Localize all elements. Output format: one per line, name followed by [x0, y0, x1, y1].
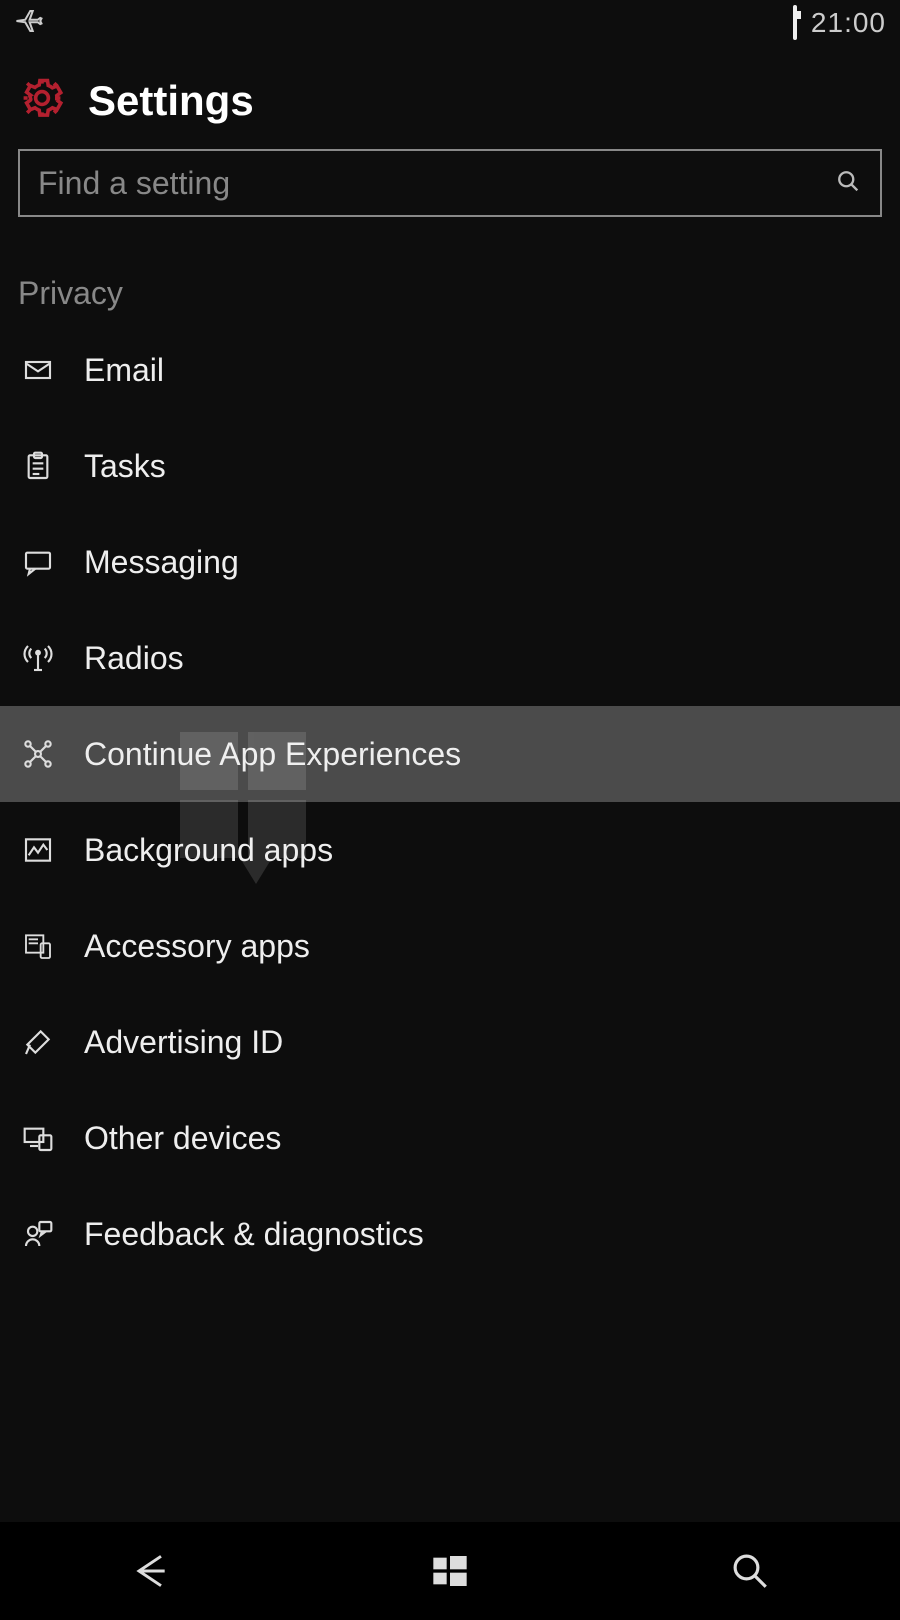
radios-icon	[20, 640, 56, 676]
list-item-label: Other devices	[84, 1120, 281, 1157]
status-bar: 21:00	[0, 0, 900, 46]
list-item-label: Feedback & diagnostics	[84, 1216, 424, 1253]
page-header: Settings	[0, 46, 900, 145]
search-icon	[834, 167, 862, 200]
list-item-label: Accessory apps	[84, 928, 310, 965]
list-item-messaging[interactable]: Messaging	[0, 514, 900, 610]
feedback-icon	[20, 1216, 56, 1252]
search-box[interactable]	[18, 149, 882, 217]
list-item-label: Messaging	[84, 544, 239, 581]
advertising-id-icon	[20, 1024, 56, 1060]
continue-app-icon	[20, 736, 56, 772]
page-title: Settings	[88, 77, 254, 125]
settings-list: Email Tasks Messaging Radios Continue App Ex…	[0, 322, 900, 1522]
other-devices-icon	[20, 1120, 56, 1156]
list-item-feedback-diagnostics[interactable]: Feedback & diagnostics	[0, 1186, 900, 1282]
accessory-apps-icon	[20, 928, 56, 964]
list-item-tasks[interactable]: Tasks	[0, 418, 900, 514]
messaging-icon	[20, 544, 56, 580]
list-item-continue-app-experiences[interactable]: Continue App Experiences	[0, 706, 900, 802]
nav-bar	[0, 1522, 900, 1620]
clock: 21:00	[811, 7, 886, 39]
settings-screen: 21:00 Settings Privacy	[0, 0, 900, 1620]
back-button[interactable]	[50, 1536, 250, 1606]
search-input[interactable]	[38, 165, 834, 202]
gear-icon	[18, 74, 66, 127]
list-item-background-apps[interactable]: Background apps	[0, 802, 900, 898]
section-label: Privacy	[0, 243, 900, 322]
email-icon	[20, 352, 56, 388]
background-apps-icon	[20, 832, 56, 868]
list-item-radios[interactable]: Radios	[0, 610, 900, 706]
tasks-icon	[20, 448, 56, 484]
battery-icon	[793, 7, 797, 39]
list-item-accessory-apps[interactable]: Accessory apps	[0, 898, 900, 994]
list-item-advertising-id[interactable]: Advertising ID	[0, 994, 900, 1090]
list-item-other-devices[interactable]: Other devices	[0, 1090, 900, 1186]
list-item-label: Radios	[84, 640, 184, 677]
list-item-label: Tasks	[84, 448, 166, 485]
list-item-label: Advertising ID	[84, 1024, 283, 1061]
start-button[interactable]	[350, 1536, 550, 1606]
watermark-icon	[180, 732, 310, 892]
list-item-email[interactable]: Email	[0, 322, 900, 418]
list-item-label: Email	[84, 352, 164, 389]
airplane-mode-icon	[14, 6, 44, 41]
search-button[interactable]	[650, 1536, 850, 1606]
